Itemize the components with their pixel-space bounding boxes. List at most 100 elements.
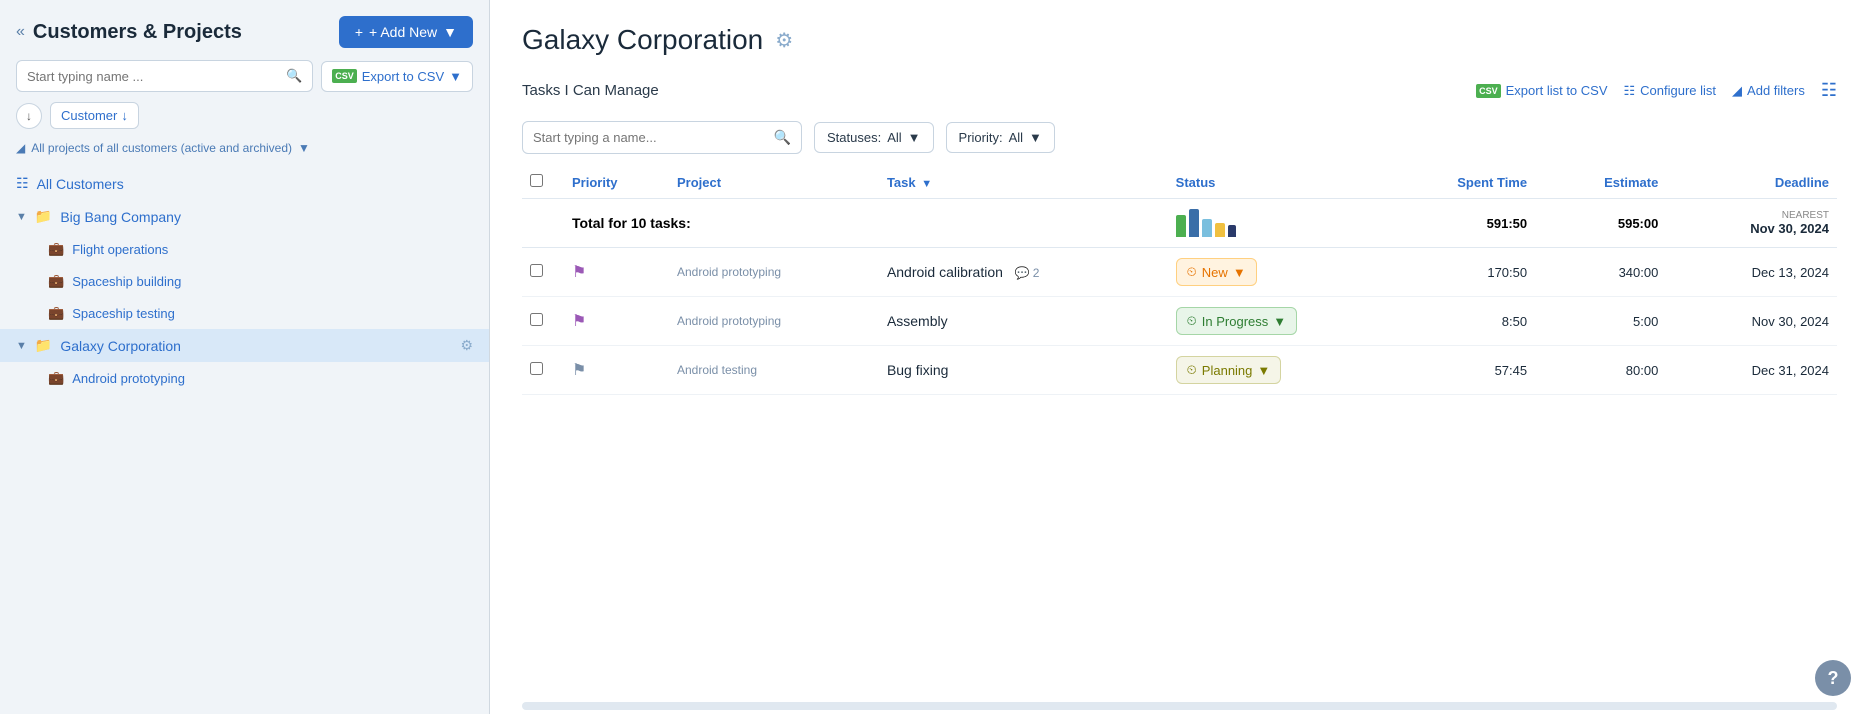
nearest-date: Nov 30, 2024 (1750, 221, 1829, 236)
projects-filter-bar[interactable]: ◢ All projects of all customers (active … (0, 137, 489, 163)
big-bang-label: Big Bang Company (60, 209, 181, 225)
total-chart-cell (1168, 199, 1378, 248)
spent-col-label: Spent Time (1457, 175, 1527, 190)
status-col-label: Status (1176, 175, 1216, 190)
select-all-checkbox[interactable] (530, 174, 543, 187)
sidebar-item-all-customers[interactable]: ☷ All Customers (0, 167, 489, 200)
row-checkbox[interactable] (530, 264, 543, 277)
chevron-down-icon: ▼ (1257, 363, 1270, 378)
project-cell: Android prototyping (669, 297, 879, 346)
deadline-cell: Dec 31, 2024 (1666, 346, 1837, 395)
big-bang-children: 💼 Flight operations 💼 Spaceship building… (0, 233, 489, 329)
estimate-cell: 5:00 (1535, 297, 1666, 346)
total-estimate: 595:00 (1535, 199, 1666, 248)
total-row: Total for 10 tasks: 591:50 595:00 (522, 199, 1837, 248)
status-badge[interactable]: ⏲ Planning ▼ (1176, 356, 1282, 384)
sidebar-item-spaceship-testing[interactable]: 💼 Spaceship testing (32, 297, 489, 329)
main-toolbar: Tasks I Can Manage CSV Export list to CS… (490, 72, 1869, 113)
sidebar-filter-row: ↓ Customer ↓ (0, 102, 489, 137)
row-checkbox[interactable] (530, 362, 543, 375)
task-cell: Assembly (879, 297, 1168, 346)
statuses-filter[interactable]: Statuses: All ▼ (814, 122, 934, 153)
back-icon[interactable]: « (16, 23, 25, 41)
project-name: Android testing (677, 363, 871, 377)
folder-icon: 📁 (35, 208, 52, 225)
spent-time-cell: 57:45 (1378, 346, 1535, 395)
project-cell: Android prototyping (669, 248, 879, 297)
th-task[interactable]: Task ▼ (879, 166, 1168, 199)
chevron-down-icon: ▼ (1029, 130, 1042, 145)
search-icon: 🔍 (774, 129, 791, 146)
add-filters-button[interactable]: ◢ Add filters (1732, 83, 1805, 99)
deadline-cell: Dec 13, 2024 (1666, 248, 1837, 297)
all-customers-label: All Customers (37, 176, 124, 192)
th-estimate[interactable]: Estimate (1535, 166, 1666, 199)
task-search-input[interactable] (533, 130, 768, 145)
sidebar-item-android-proto[interactable]: 💼 Android prototyping (32, 362, 489, 394)
sidebar-item-spaceship-building[interactable]: 💼 Spaceship building (32, 265, 489, 297)
customer-filter-button[interactable]: Customer ↓ (50, 102, 139, 129)
main-header: Galaxy Corporation ⚙ (490, 0, 1869, 72)
gear-icon[interactable]: ⚙ (460, 337, 473, 354)
sidebar-title: Customers & Projects (33, 21, 242, 44)
table-container: Priority Project Task ▼ Status Spent Tim… (490, 166, 1869, 698)
galaxy-corp-children: 💼 Android prototyping (0, 362, 489, 394)
clock-icon: ⏲ (1187, 264, 1197, 280)
priority-value: All (1009, 130, 1023, 145)
total-checkbox-cell (522, 199, 564, 248)
main-title: Galaxy Corporation (522, 24, 763, 56)
add-new-label: + Add New (369, 24, 437, 40)
th-deadline[interactable]: Deadline (1666, 166, 1837, 199)
csv-icon: CSV (332, 69, 357, 83)
settings-button[interactable]: ⚙ (775, 28, 793, 53)
sort-circle-button[interactable]: ↓ (16, 103, 42, 129)
task-name: Assembly (887, 313, 948, 329)
configure-list-button[interactable]: ☷ Configure list (1624, 83, 1717, 99)
priority-label: Priority: (959, 130, 1003, 145)
th-status[interactable]: Status (1168, 166, 1378, 199)
th-spent[interactable]: Spent Time (1378, 166, 1535, 199)
table-row: ⚑ Android testing Bug fixing ⏲ Planning … (522, 346, 1837, 395)
project-name: Android prototyping (677, 265, 871, 279)
task-col-label: Task (887, 175, 916, 190)
add-filters-label: Add filters (1747, 83, 1805, 98)
row-checkbox[interactable] (530, 313, 543, 326)
add-new-button[interactable]: + + Add New ▼ (339, 16, 473, 48)
search-icon: 🔍 (286, 68, 302, 84)
priority-filter[interactable]: Priority: All ▼ (946, 122, 1055, 153)
sidebar-item-flight-ops[interactable]: 💼 Flight operations (32, 233, 489, 265)
priority-flag-icon: ⚑ (572, 264, 586, 281)
briefcase-icon: 💼 (48, 241, 64, 257)
help-button[interactable]: ? (1815, 660, 1851, 696)
sidebar-search-input[interactable] (27, 69, 280, 84)
status-label: Planning (1202, 363, 1253, 378)
sidebar-search-field[interactable]: 🔍 (16, 60, 313, 92)
status-badge[interactable]: ⏲ New ▼ (1176, 258, 1257, 286)
sidebar-item-big-bang[interactable]: ▼ 📁 Big Bang Company (0, 200, 489, 233)
projects-filter-label: All projects of all customers (active an… (31, 141, 292, 155)
chart-bar-1 (1176, 215, 1186, 237)
sidebar-title-wrap: « Customers & Projects (16, 21, 242, 44)
row-checkbox-cell (522, 297, 564, 346)
csv-icon: CSV (1476, 84, 1501, 98)
android-proto-label: Android prototyping (72, 371, 185, 386)
sidebar-item-galaxy-corp[interactable]: ▼ 📁 Galaxy Corporation ⚙ (0, 329, 489, 362)
horizontal-scrollbar[interactable] (522, 702, 1837, 710)
status-badge[interactable]: ⏲ In Progress ▼ (1176, 307, 1298, 335)
export-list-button[interactable]: CSV Export list to CSV (1476, 83, 1607, 98)
table-row: ⚑ Android prototyping Android calibratio… (522, 248, 1837, 297)
chevron-down-icon: ▼ (443, 24, 457, 40)
filter-icon: ◢ (16, 141, 25, 155)
th-project[interactable]: Project (669, 166, 879, 199)
statuses-label: Statuses: (827, 130, 881, 145)
table-header: Priority Project Task ▼ Status Spent Tim… (522, 166, 1837, 199)
th-priority[interactable]: Priority (564, 166, 669, 199)
task-search-field[interactable]: 🔍 (522, 121, 802, 154)
comment-count: 💬 2 (1015, 266, 1040, 280)
priority-col-label: Priority (572, 175, 618, 190)
export-csv-button[interactable]: CSV Export to CSV ▼ (321, 61, 473, 92)
chevron-down-icon: ▼ (298, 141, 310, 155)
list-view-button[interactable]: ☷ (1821, 80, 1837, 101)
spent-time-cell: 170:50 (1378, 248, 1535, 297)
status-label: In Progress (1202, 314, 1268, 329)
